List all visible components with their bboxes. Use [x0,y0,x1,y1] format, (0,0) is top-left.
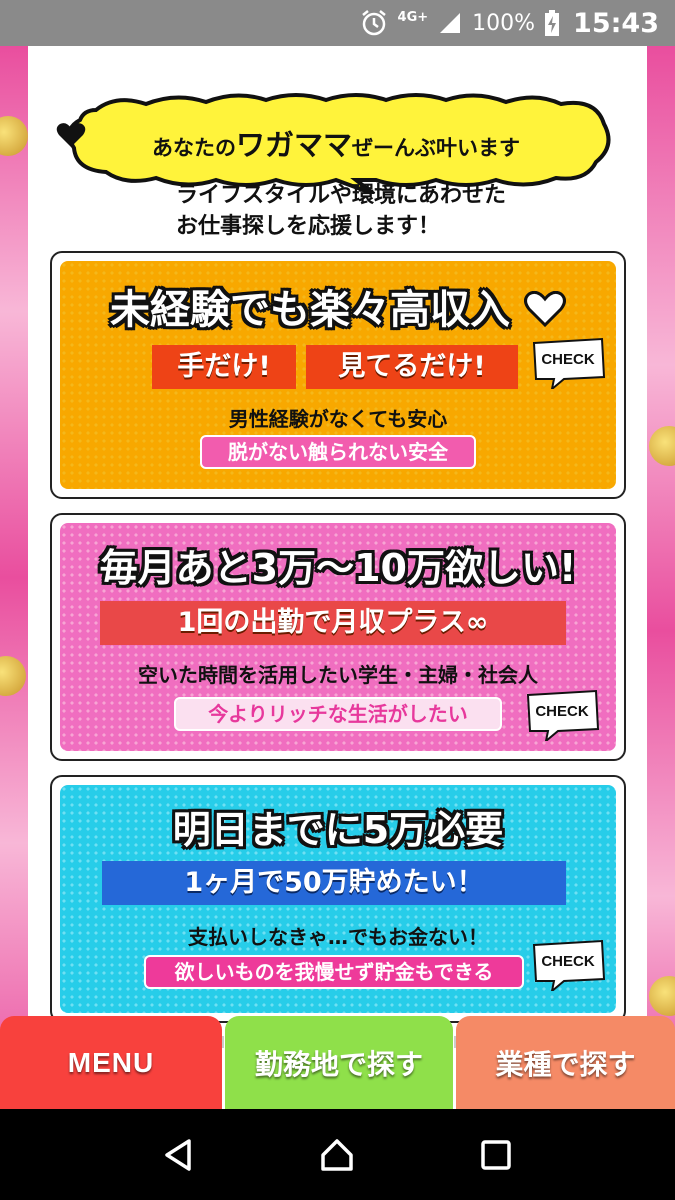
bottom-navigation: MENU 勤務地で探す 業種で探す [0,1016,675,1109]
bubble-text-part: あなたの [151,136,236,160]
battery-charging-icon [545,10,560,36]
subtitle-line: ライフスタイルや環境にあわせた [176,183,507,208]
card-headline: 明日までに5万必要 [172,808,504,852]
search-by-location-button[interactable]: 勤務地で探す [225,1016,453,1109]
page: あなたのワガママぜーんぶ叶います ライフスタイルや環境にあわせた お仕事探しを応… [0,46,675,1109]
card-pill: 欲しいものを我慢せず貯金もできる [144,955,524,989]
status-bar: 4G+ 100% 15:43 [0,0,675,46]
check-badge[interactable]: CHECK [530,939,606,994]
heart-icon [56,123,86,147]
system-navigation-bar [0,1109,675,1200]
check-badge-label: CHECK [541,351,595,368]
menu-button[interactable]: MENU [0,1016,222,1109]
tag-label: 1ヶ月で50万貯めたい！ [102,861,566,905]
bubble-text-part: 叶います [436,136,520,160]
check-badge-label: CHECK [535,703,589,720]
home-icon[interactable] [317,1135,357,1175]
card-description: 空いた時間を活用したい学生・主婦・社会人 [138,663,538,687]
tag-label: 見てるだけ! [306,345,518,389]
card-headline: 毎月あと3万〜10万欲しい! [99,546,577,590]
subtitle-line: お仕事探しを応援します！ [176,214,441,239]
bubble-text-emphasis: ワガママ [235,128,352,162]
search-by-industry-button[interactable]: 業種で探す [456,1016,675,1109]
bubble-text: あなたのワガママぜーんぶ叶います [56,122,616,164]
check-badge-label: CHECK [541,953,595,970]
banner-card-body: 未経験でも楽々高収入 手だけ! 見てるだけ! CHECK 男性経験がなくても安心… [60,261,616,489]
card-headline-text: 未経験でも楽々高収入 [110,287,511,333]
check-badge[interactable]: CHECK [530,337,606,392]
card-headline: 未経験でも楽々高収入 [60,277,616,335]
right-background-decoration [647,46,675,1109]
card-pill: 脱がない触られない安全 [200,435,476,469]
banner-card-body: 毎月あと3万〜10万欲しい! 1回の出勤で月収プラス∞ 空いた時間を活用したい学… [60,523,616,751]
recent-apps-icon[interactable] [476,1135,516,1175]
check-badge[interactable]: CHECK [524,689,600,744]
subtitle: ライフスタイルや環境にあわせた お仕事探しを応援します！ [176,180,506,242]
banner-card-urgent-money[interactable]: 明日までに5万必要 1ヶ月で50万貯めたい！ 支払いしなきゃ…でもお金ない！ 欲… [50,775,626,1023]
back-icon[interactable] [159,1135,199,1175]
banner-card-extra-income[interactable]: 毎月あと3万〜10万欲しい! 1回の出勤で月収プラス∞ 空いた時間を活用したい学… [50,513,626,761]
card-description: 男性経験がなくても安心 [228,407,448,431]
signal-icon [440,13,461,33]
banner-card-inexperienced[interactable]: 未経験でも楽々高収入 手だけ! 見てるだけ! CHECK 男性経験がなくても安心… [50,251,626,499]
speech-bubble-banner: あなたのワガママぜーんぶ叶います [56,90,616,194]
battery-percent: 100% [472,10,536,36]
alarm-clock-icon [361,10,386,36]
banner-card-body: 明日までに5万必要 1ヶ月で50万貯めたい！ 支払いしなきゃ…でもお金ない！ 欲… [60,785,616,1013]
bubble-text-part: ぜーんぶ [352,136,436,160]
left-background-decoration [0,46,28,1109]
heart-icon [523,291,566,327]
main-content: あなたのワガママぜーんぶ叶います ライフスタイルや環境にあわせた お仕事探しを応… [28,46,647,1109]
network-type: 4G+ [397,9,429,25]
clock-time: 15:43 [573,7,659,39]
tag-label: 1回の出勤で月収プラス∞ [100,601,566,645]
tag-label: 手だけ! [152,345,296,389]
card-pill: 今よりリッチな生活がしたい [174,697,502,731]
